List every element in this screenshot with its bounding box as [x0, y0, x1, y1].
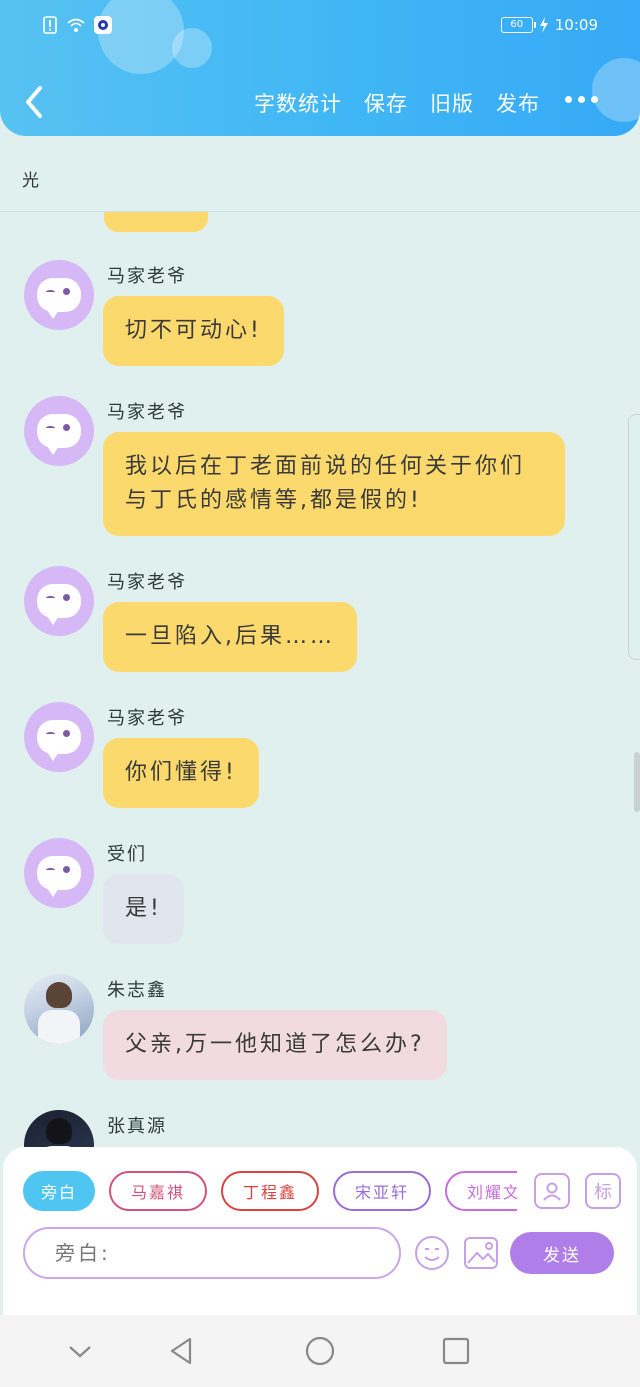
story-title: 光 — [22, 171, 39, 191]
avatar[interactable] — [24, 566, 94, 636]
message-bubble[interactable]: 切不可动心! — [103, 296, 284, 366]
character-manage-icon[interactable] — [534, 1173, 570, 1209]
character-chips: 旁白 马嘉祺 丁程鑫 宋亚轩 刘耀文 — [23, 1171, 517, 1213]
back-arrow-icon[interactable] — [20, 82, 50, 122]
system-nav-bar — [0, 1315, 640, 1387]
message-bubble[interactable]: 一旦陷入,后果…… — [103, 602, 357, 672]
speaker-name: 马家老爷 — [107, 572, 187, 593]
wifi-icon — [67, 18, 85, 32]
avatar[interactable] — [24, 974, 94, 1044]
speaker-name: 受们 — [107, 844, 147, 865]
message-bubble[interactable]: 父亲,万一他知道了怎么办? — [103, 1010, 447, 1080]
speaker-name: 张真源 — [107, 1116, 167, 1137]
character-chip[interactable]: 刘耀文 — [445, 1171, 517, 1211]
publish-button[interactable]: 发布 — [496, 88, 540, 118]
avatar[interactable] — [24, 1110, 94, 1147]
message-bubble[interactable]: 你们懂得! — [103, 738, 259, 808]
composer-panel: 旁白 马嘉祺 丁程鑫 宋亚轩 刘耀文 标 旁白: 发送 — [3, 1147, 637, 1315]
clock: 10:09 — [554, 16, 598, 34]
chevron-down-icon[interactable] — [64, 1335, 96, 1367]
home-circle-icon[interactable] — [304, 1335, 336, 1367]
word-count-button[interactable]: 字数统计 — [254, 88, 342, 118]
top-app-bar: 60 10:09 字数统计 保存 旧版 发布 — [0, 0, 640, 136]
previous-message-bubble — [104, 212, 208, 232]
scrollbar-thumb[interactable] — [634, 752, 640, 812]
character-chip-narrator[interactable]: 旁白 — [23, 1171, 95, 1211]
battery-indicator: 60 — [500, 17, 536, 33]
app-notification-icon — [94, 16, 112, 34]
recents-square-icon[interactable] — [440, 1335, 472, 1367]
alert-icon — [43, 16, 57, 34]
speaker-name: 马家老爷 — [107, 402, 187, 423]
avatar[interactable] — [24, 702, 94, 772]
side-handle[interactable] — [628, 414, 640, 660]
speaker-name: 马家老爷 — [107, 708, 187, 729]
send-button[interactable]: 发送 — [510, 1232, 614, 1274]
speaker-name: 朱志鑫 — [107, 980, 167, 1001]
message-bubble[interactable]: 是! — [103, 874, 184, 944]
character-chip[interactable]: 丁程鑫 — [221, 1171, 320, 1211]
back-triangle-icon[interactable] — [166, 1335, 198, 1367]
header-actions: 字数统计 保存 旧版 发布 — [254, 88, 540, 118]
decor-bubble — [592, 58, 640, 122]
avatar[interactable] — [24, 396, 94, 466]
chat-list[interactable]: 马家老爷 切不可动心! 马家老爷 我以后在丁老面前说的任何关于你们与丁氏的感情等… — [0, 212, 640, 1147]
story-title-row[interactable]: 光 — [0, 136, 640, 212]
message-bubble[interactable]: 我以后在丁老面前说的任何关于你们与丁氏的感情等,都是假的! — [103, 432, 565, 536]
more-menu-icon[interactable] — [565, 96, 598, 103]
status-bar: 60 10:09 — [0, 14, 640, 40]
image-icon[interactable] — [463, 1235, 499, 1271]
avatar[interactable] — [24, 838, 94, 908]
old-version-button[interactable]: 旧版 — [430, 88, 474, 118]
speaker-name: 马家老爷 — [107, 266, 187, 287]
charging-icon — [539, 17, 548, 33]
character-chip[interactable]: 马嘉祺 — [109, 1171, 208, 1211]
message-input[interactable]: 旁白: — [23, 1227, 401, 1279]
avatar[interactable] — [24, 260, 94, 330]
save-button[interactable]: 保存 — [364, 88, 408, 118]
emoji-icon[interactable] — [414, 1235, 450, 1271]
character-chip[interactable]: 宋亚轩 — [333, 1171, 432, 1211]
tag-button[interactable]: 标 — [585, 1173, 621, 1209]
